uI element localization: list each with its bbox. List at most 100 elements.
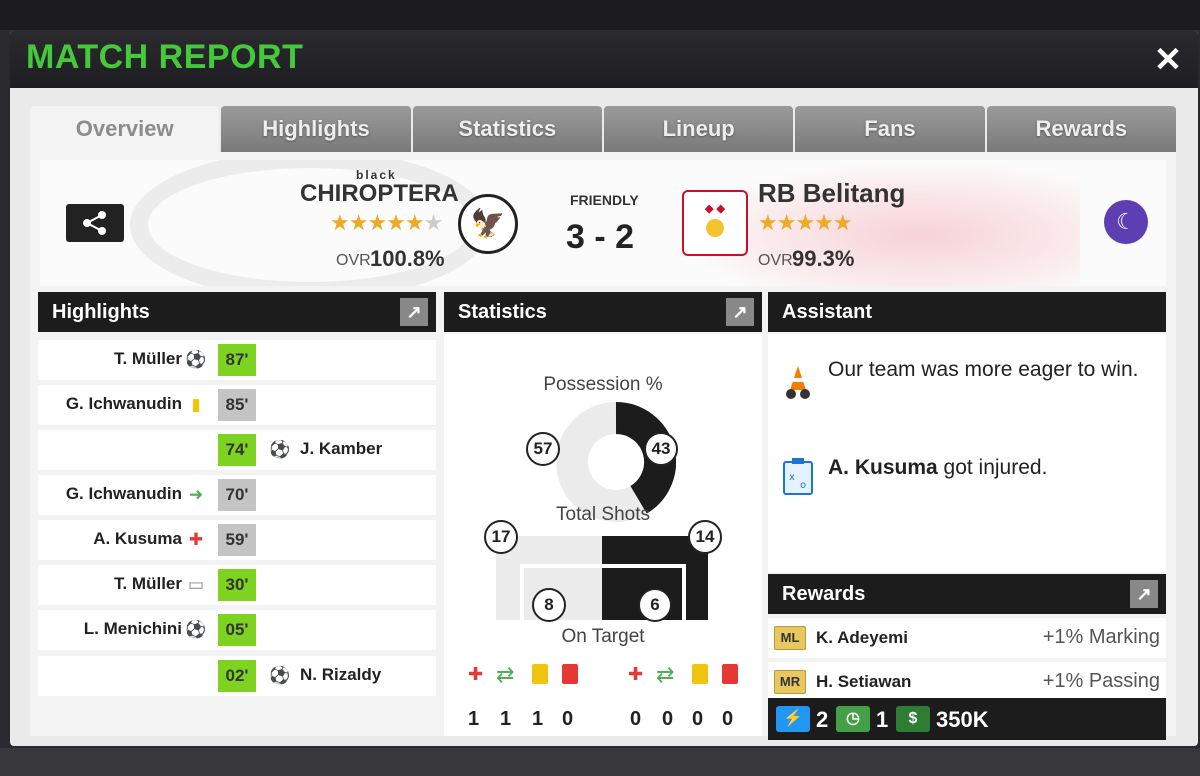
- reward-value: +1% Marking: [1042, 626, 1160, 648]
- energy-reward-value: 2: [816, 707, 829, 732]
- injury-icon: ✚: [468, 664, 484, 684]
- home-team-name: CHIROPTERA: [300, 180, 459, 207]
- shots-home-value: 17: [484, 520, 518, 554]
- home-ovr-value: 100.8%: [370, 246, 445, 271]
- reward-player-name: H. Setiawan: [816, 672, 912, 691]
- away-team-name: RB Belitang: [758, 178, 906, 208]
- tab-statistics[interactable]: Statistics: [412, 106, 602, 152]
- substitution-arrow-icon: ➜: [188, 485, 204, 504]
- goal-icon: ⚽: [269, 666, 291, 685]
- position-badge: ML: [774, 626, 806, 650]
- away-subs-count: 0: [662, 708, 674, 730]
- rewards-expand-button[interactable]: ↗: [1130, 580, 1158, 608]
- goal-icon: ⚽: [185, 350, 207, 369]
- highlight-row: T. Müller ▭ 30': [38, 565, 436, 605]
- yellow-card-icon: ▮: [191, 395, 201, 414]
- match-score: 3 - 2: [566, 218, 635, 256]
- match-report-modal: MATCH REPORT ✕ Overview Highlights Stati…: [10, 30, 1198, 746]
- assistant-title: Assistant: [782, 301, 873, 323]
- rewards-title: Rewards: [782, 583, 866, 605]
- away-team-crest: ◆ ◆: [682, 190, 748, 256]
- match-type: FRIENDLY: [570, 192, 639, 208]
- statistics-title: Statistics: [458, 301, 547, 323]
- reward-row: ML K. Adeyemi +1% Marking: [768, 618, 1166, 658]
- highlight-minute: 30': [218, 569, 256, 601]
- expand-arrow-icon: ↗: [1136, 584, 1152, 604]
- tab-highlights[interactable]: Highlights: [221, 106, 411, 152]
- svg-text:x: x: [789, 472, 795, 483]
- reward-totals-bar: ⚡ 2 ◷ 1 $ 350K: [768, 698, 1166, 740]
- yellow-card-icon: [692, 664, 708, 684]
- overview-content: black CHIROPTERA ★★★★★★ OVR 100.8% 🦅 FRI…: [30, 152, 1176, 740]
- training-cone-icon: [780, 364, 816, 400]
- home-ovr-label: OVR: [336, 252, 371, 269]
- away-red-count: 0: [722, 708, 734, 730]
- assistant-panel-header: Assistant: [768, 292, 1166, 332]
- substitution-icon: ⇄: [496, 662, 515, 687]
- assistant-button[interactable]: ☾: [1104, 200, 1148, 244]
- tab-rewards[interactable]: Rewards: [986, 106, 1176, 152]
- highlights-expand-button[interactable]: ↗: [400, 298, 428, 326]
- highlight-row: 74' ⚽ J. Kamber: [38, 430, 436, 470]
- possession-label: Possession %: [543, 374, 663, 395]
- away-injuries-count: 0: [630, 708, 642, 730]
- tab-fans[interactable]: Fans: [795, 106, 985, 152]
- assistant-message-2: A. Kusuma got injured.: [828, 456, 1047, 480]
- statistics-body: Possession % 57 43 Total Shots 17 14 8 6…: [444, 334, 762, 736]
- assistant-body: Our team was more eager to win. x o A. K…: [768, 334, 1166, 572]
- away-team-stars: ★★★★★: [758, 210, 853, 236]
- goal-icon: ⚽: [185, 620, 207, 639]
- home-injuries-count: 1: [468, 708, 480, 730]
- svg-text:o: o: [800, 480, 806, 491]
- away-yellow-count: 0: [692, 708, 704, 730]
- home-red-count: 0: [562, 708, 574, 730]
- reward-row: MR H. Setiawan +1% Passing: [768, 662, 1166, 702]
- close-button[interactable]: ✕: [1146, 38, 1190, 82]
- highlight-row: T. Müller ⚽ 87': [38, 340, 436, 380]
- injury-icon: ✚: [628, 664, 644, 684]
- highlight-row: A. Kusuma ✚ 59': [38, 520, 436, 560]
- expand-arrow-icon: ↗: [406, 302, 422, 322]
- expand-arrow-icon: ↗: [732, 302, 748, 322]
- training-time-icon: ◷: [836, 706, 870, 732]
- tab-overview[interactable]: Overview: [30, 106, 220, 152]
- highlight-player-left: G. Ichwanudin: [65, 394, 182, 413]
- highlight-minute: 74': [218, 434, 256, 466]
- highlights-list: T. Müller ⚽ 87' G. Ichwanudin ▮ 85' 74' …: [38, 340, 436, 736]
- highlight-row: L. Menichini ⚽ 05': [38, 610, 436, 650]
- highlight-minute: 59': [218, 524, 256, 556]
- injured-player-name: A. Kusuma: [828, 456, 938, 479]
- highlight-player-left: T. Müller: [113, 349, 182, 368]
- possession-away-value: 43: [644, 432, 678, 466]
- assistant-message-1: Our team was more eager to win.: [828, 358, 1139, 381]
- red-card-icon: [722, 664, 738, 684]
- highlight-player-left: G. Ichwanudin: [65, 484, 182, 503]
- home-subs-count: 1: [500, 708, 512, 730]
- modal-title: MATCH REPORT: [26, 38, 304, 76]
- possession-home-value: 57: [526, 432, 560, 466]
- modal-header: MATCH REPORT ✕: [10, 30, 1198, 88]
- highlight-minute: 85': [218, 389, 256, 421]
- money-reward-value: 350K: [936, 707, 989, 732]
- highlight-player-left: T. Müller: [113, 574, 182, 593]
- highlight-minute: 02': [218, 660, 256, 692]
- statistics-expand-button[interactable]: ↗: [726, 298, 754, 326]
- injury-message-text: got injured.: [937, 456, 1048, 479]
- highlight-row: 02' ⚽ N. Rizaldy: [38, 656, 436, 696]
- reward-player-name: K. Adeyemi: [816, 628, 908, 647]
- highlight-player-left: A. Kusuma: [93, 529, 182, 548]
- shots-away-value: 14: [688, 520, 722, 554]
- highlights-panel-header: Highlights ↗: [38, 292, 436, 332]
- away-stars-filled: ★★★★★: [758, 210, 853, 235]
- yellow-card-icon: [532, 664, 548, 684]
- whistle-icon: ☾: [1116, 209, 1136, 234]
- share-button[interactable]: [66, 204, 124, 242]
- away-ovr-label: OVR: [758, 252, 793, 269]
- match-banner: black CHIROPTERA ★★★★★★ OVR 100.8% 🦅 FRI…: [40, 160, 1166, 286]
- money-icon: $: [896, 706, 930, 732]
- red-card-icon: [562, 664, 578, 684]
- energy-icon: ⚡: [776, 706, 810, 732]
- highlight-player-right: J. Kamber: [300, 439, 383, 458]
- tab-lineup[interactable]: Lineup: [603, 106, 794, 152]
- highlight-minute: 87': [218, 344, 256, 376]
